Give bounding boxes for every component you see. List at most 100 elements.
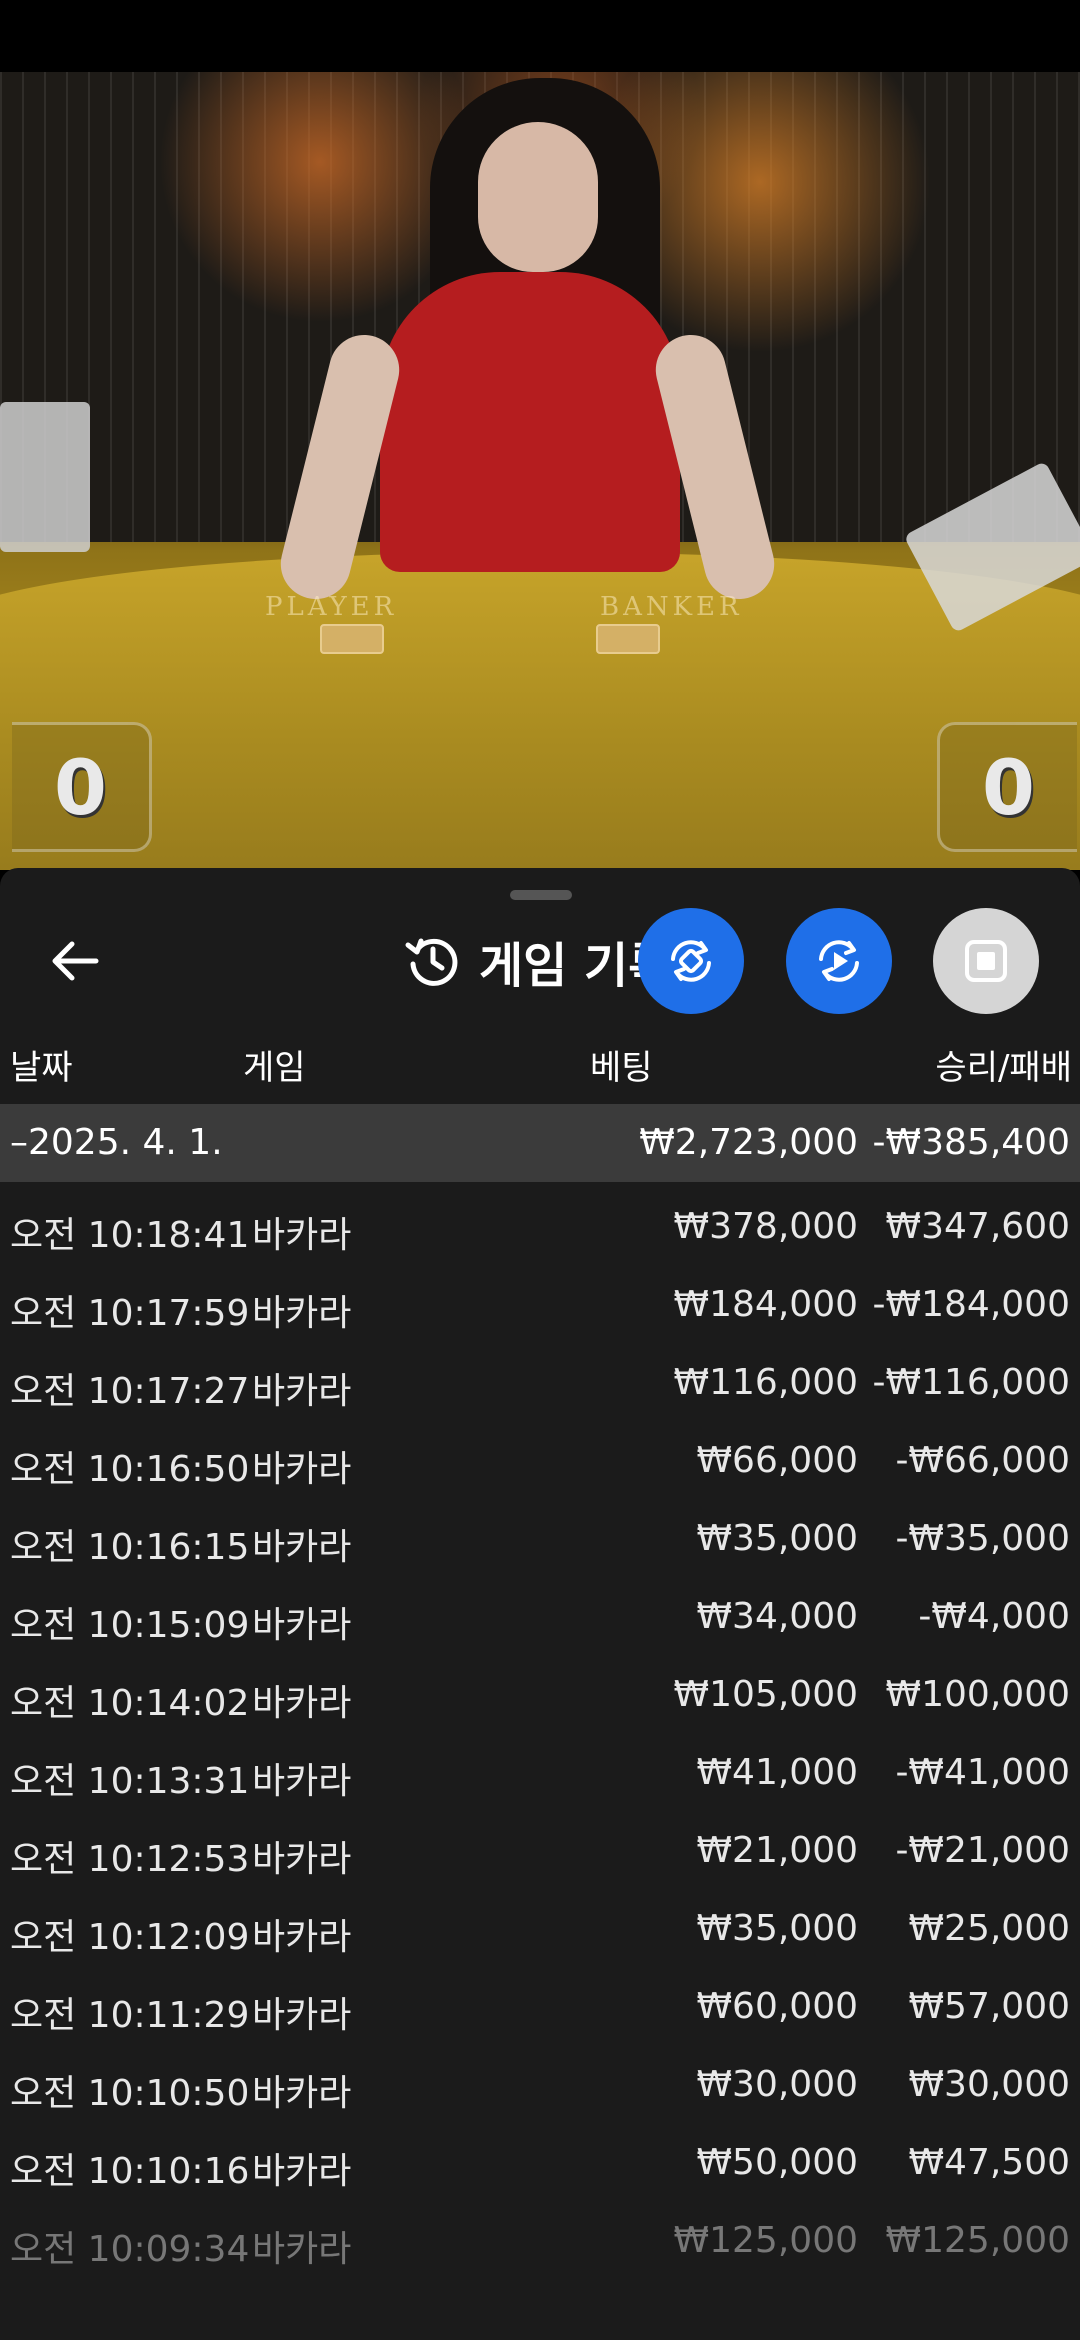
column-header-date: 날짜	[10, 1048, 73, 1088]
row-game: 바카라	[252, 1995, 352, 2036]
baccarat-table	[0, 552, 1080, 870]
stop-icon	[965, 940, 1007, 982]
row-bet: ₩105,000	[673, 1674, 858, 1715]
history-row[interactable]: 오전 10:16:50 바카라 ₩66,000 -₩66,000	[0, 1422, 1080, 1500]
history-row[interactable]: 오전 10:15:09 바카라 ₩34,000 -₩4,000	[0, 1578, 1080, 1656]
playing-card	[320, 624, 384, 654]
rotate-button[interactable]	[638, 908, 744, 1014]
row-game: 바카라	[252, 2151, 352, 2192]
row-game: 바카라	[252, 2073, 352, 2114]
column-header-winloss: 승리/패배	[935, 1048, 1072, 1088]
row-time: 오전 10:13:31	[10, 1761, 250, 1802]
row-bet: ₩60,000	[696, 1986, 858, 2027]
row-bet: ₩50,000	[696, 2142, 858, 2183]
history-row[interactable]: 오전 10:11:29 바카라 ₩60,000 ₩57,000	[0, 1968, 1080, 2046]
history-row[interactable]: 오전 10:14:02 바카라 ₩105,000 ₩100,000	[0, 1656, 1080, 1734]
row-bet: ₩35,000	[696, 1518, 858, 1559]
row-game: 바카라	[252, 2229, 352, 2270]
row-winloss: -₩21,000	[895, 1830, 1070, 1871]
row-bet: ₩184,000	[673, 1284, 858, 1325]
history-row[interactable]: 오전 10:17:59 바카라 ₩184,000 -₩184,000	[0, 1266, 1080, 1344]
row-winloss: ₩125,000	[885, 2220, 1070, 2261]
row-winloss: ₩47,500	[908, 2142, 1070, 2183]
drag-handle[interactable]	[510, 890, 572, 900]
column-header-bet: 베팅	[590, 1048, 653, 1088]
row-bet: ₩30,000	[696, 2064, 858, 2105]
playing-card	[596, 624, 660, 654]
date-group-winloss-total: -₩385,400	[872, 1122, 1070, 1163]
back-button[interactable]	[40, 926, 110, 996]
panel-header: 게임 기록	[405, 924, 672, 998]
row-game: 바카라	[252, 1761, 352, 1802]
live-video-feed: PLAYER BANKER 0 0	[0, 72, 1080, 870]
date-group-row[interactable]: –2025. 4. 1. ₩2,723,000 -₩385,400	[0, 1104, 1080, 1182]
table-mark-player: PLAYER	[265, 592, 398, 622]
replay-button[interactable]	[786, 908, 892, 1014]
row-bet: ₩116,000	[673, 1362, 858, 1403]
row-time: 오전 10:10:50	[10, 2073, 250, 2114]
row-game: 바카라	[252, 1917, 352, 1958]
banker-score: 0	[937, 722, 1077, 852]
row-winloss: -₩35,000	[895, 1518, 1070, 1559]
row-winloss: ₩100,000	[885, 1674, 1070, 1715]
status-bar	[0, 0, 1080, 72]
history-row[interactable]: 오전 10:12:53 바카라 ₩21,000 -₩21,000	[0, 1812, 1080, 1890]
date-group-bet-total: ₩2,723,000	[639, 1122, 858, 1163]
row-winloss: ₩25,000	[908, 1908, 1070, 1949]
history-row[interactable]: 오전 10:17:27 바카라 ₩116,000 -₩116,000	[0, 1344, 1080, 1422]
history-row[interactable]: 오전 10:09:34 바카라 ₩125,000 ₩125,000	[0, 2202, 1080, 2280]
row-bet: ₩378,000	[673, 1206, 858, 1247]
arrow-left-icon	[52, 941, 99, 981]
card-shoe	[0, 402, 90, 552]
row-time: 오전 10:14:02	[10, 1683, 250, 1724]
row-time: 오전 10:18:41	[10, 1215, 250, 1256]
row-winloss: ₩30,000	[908, 2064, 1070, 2105]
stop-button[interactable]	[933, 908, 1039, 1014]
history-row[interactable]: 오전 10:12:09 바카라 ₩35,000 ₩25,000	[0, 1890, 1080, 1968]
history-row[interactable]: 오전 10:16:15 바카라 ₩35,000 -₩35,000	[0, 1500, 1080, 1578]
row-bet: ₩41,000	[696, 1752, 858, 1793]
replay-icon	[819, 940, 859, 982]
row-time: 오전 10:17:59	[10, 1293, 250, 1334]
date-group-label: –2025. 4. 1.	[10, 1122, 223, 1163]
history-icon	[405, 938, 458, 986]
row-winloss: -₩66,000	[895, 1440, 1070, 1481]
dealer-face	[478, 122, 598, 272]
history-list: 오전 10:18:41 바카라 ₩378,000 ₩347,600 오전 10:…	[0, 1188, 1080, 2280]
row-game: 바카라	[252, 1449, 352, 1490]
row-winloss: ₩57,000	[908, 1986, 1070, 2027]
row-game: 바카라	[252, 1527, 352, 1568]
row-time: 오전 10:17:27	[10, 1371, 250, 1412]
row-winloss: ₩347,600	[885, 1206, 1070, 1247]
table-mark-banker: BANKER	[600, 592, 743, 622]
row-winloss: -₩116,000	[872, 1362, 1070, 1403]
row-time: 오전 10:16:15	[10, 1527, 250, 1568]
row-game: 바카라	[252, 1839, 352, 1880]
row-game: 바카라	[252, 1293, 352, 1334]
history-row[interactable]: 오전 10:10:16 바카라 ₩50,000 ₩47,500	[0, 2124, 1080, 2202]
row-winloss: -₩4,000	[918, 1596, 1070, 1637]
row-time: 오전 10:09:34	[10, 2229, 250, 2270]
row-bet: ₩66,000	[696, 1440, 858, 1481]
row-game: 바카라	[252, 1683, 352, 1724]
row-time: 오전 10:12:53	[10, 1839, 250, 1880]
row-time: 오전 10:15:09	[10, 1605, 250, 1646]
row-time: 오전 10:10:16	[10, 2151, 250, 2192]
row-game: 바카라	[252, 1371, 352, 1412]
row-bet: ₩35,000	[696, 1908, 858, 1949]
row-time: 오전 10:16:50	[10, 1449, 250, 1490]
history-row[interactable]: 오전 10:13:31 바카라 ₩41,000 -₩41,000	[0, 1734, 1080, 1812]
row-winloss: -₩184,000	[872, 1284, 1070, 1325]
row-game: 바카라	[252, 1605, 352, 1646]
player-score: 0	[12, 722, 152, 852]
dealer-dress	[380, 272, 680, 572]
column-header-game: 게임	[243, 1048, 306, 1088]
row-time: 오전 10:11:29	[10, 1995, 250, 2036]
row-time: 오전 10:12:09	[10, 1917, 250, 1958]
history-row[interactable]: 오전 10:10:50 바카라 ₩30,000 ₩30,000	[0, 2046, 1080, 2124]
history-row[interactable]: 오전 10:18:41 바카라 ₩378,000 ₩347,600	[0, 1188, 1080, 1266]
row-bet: ₩21,000	[696, 1830, 858, 1871]
row-bet: ₩125,000	[673, 2220, 858, 2261]
row-winloss: -₩41,000	[895, 1752, 1070, 1793]
row-bet: ₩34,000	[696, 1596, 858, 1637]
